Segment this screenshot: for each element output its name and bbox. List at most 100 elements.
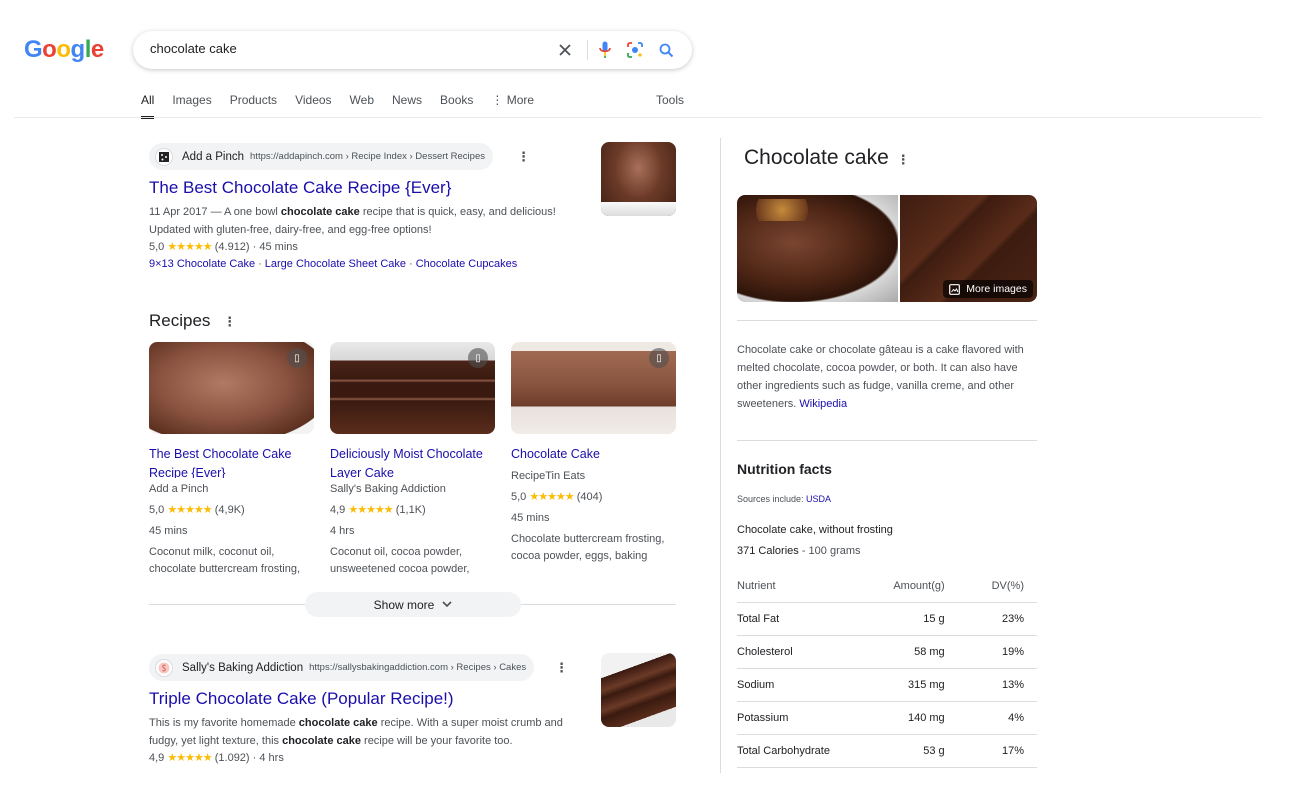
- nutrient-dv: 4%: [944, 701, 1037, 735]
- review-count: (1.092): [214, 752, 250, 764]
- recipe-rating: 5,0 ★★★★★ (404): [511, 490, 676, 503]
- result-title[interactable]: Triple Chocolate Cake (Popular Recipe!): [149, 689, 454, 709]
- table-row: Total Fat 15 g 23%: [737, 602, 1037, 636]
- result-thumbnail[interactable]: [601, 142, 676, 216]
- kp-image[interactable]: More images: [900, 195, 1037, 302]
- recipe-source: Sally's Baking Addiction: [330, 483, 446, 495]
- wikipedia-link[interactable]: Wikipedia: [799, 398, 847, 410]
- bookmark-icon[interactable]: ▯: [649, 348, 669, 368]
- bookmark-icon[interactable]: ▯: [287, 348, 307, 368]
- nutrient-dv: 19%: [944, 635, 1037, 669]
- kebab-icon[interactable]: ⋮: [517, 149, 530, 165]
- recipe-image[interactable]: ▯: [330, 342, 495, 434]
- tab-news[interactable]: News: [392, 93, 422, 119]
- nutrient-name: Total Fat: [737, 602, 863, 636]
- search-input[interactable]: chocolate cake: [150, 41, 237, 56]
- sitelink[interactable]: Large Chocolate Sheet Cake: [265, 258, 406, 270]
- recipe-image[interactable]: ▯: [511, 342, 676, 434]
- more-images-label: More images: [966, 283, 1027, 295]
- search-divider: [587, 40, 588, 60]
- search-icon[interactable]: [655, 31, 677, 69]
- search-box[interactable]: chocolate cake: [133, 31, 692, 69]
- nutrient-name: Total Carbohydrate: [737, 734, 863, 768]
- show-more-label: Show more: [373, 597, 435, 612]
- nutrition-heading: Nutrition facts: [737, 461, 832, 477]
- sitelink-separator: ·: [258, 258, 262, 270]
- tab-more[interactable]: ⋮ More: [491, 93, 534, 119]
- tools-button[interactable]: Tools: [656, 93, 684, 107]
- result-snippet: 11 Apr 2017 — A one bowl chocolate cake …: [149, 203, 589, 239]
- review-count: (4.912): [214, 241, 250, 253]
- result-thumbnail[interactable]: [601, 653, 676, 727]
- recipe-ingredients: Coconut milk, coconut oil, chocolate but…: [149, 546, 301, 575]
- kebab-icon[interactable]: ⋮: [223, 314, 236, 329]
- clear-icon[interactable]: [554, 31, 576, 69]
- rating-value: 4,9: [330, 504, 346, 516]
- nutrient-amount: 140 mg: [862, 701, 945, 735]
- nutrition-sources: Sources include: USDA: [737, 494, 831, 504]
- show-more-button[interactable]: Show more: [305, 592, 521, 617]
- tab-videos[interactable]: Videos: [295, 93, 331, 119]
- more-images-button[interactable]: More images: [943, 280, 1033, 298]
- logo-letter: o: [56, 36, 71, 63]
- tab-images[interactable]: Images: [172, 93, 211, 119]
- rating-value: 5,0: [149, 241, 165, 253]
- tab-all[interactable]: All: [141, 93, 155, 119]
- sitelink-separator: ·: [409, 258, 413, 270]
- snippet-text: This is my favorite homemade: [149, 717, 299, 729]
- logo-letter: o: [42, 36, 57, 63]
- tab-products[interactable]: Products: [230, 93, 277, 119]
- tab-web[interactable]: Web: [350, 93, 374, 119]
- recipe-ingredients: Coconut oil, cocoa powder, unsweetened c…: [330, 546, 470, 575]
- result-source[interactable]: Sally's Baking Addiction https://sallysb…: [149, 654, 535, 681]
- recipe-source: RecipeTin Eats: [511, 470, 586, 482]
- knowledge-panel-title: Chocolate cake ⋮: [744, 146, 910, 170]
- result-source[interactable]: Add a Pinch https://addapinch.com › Reci…: [149, 143, 493, 170]
- serving-size[interactable]: - 100 grams: [799, 545, 861, 557]
- kp-description-text: Chocolate cake or chocolate gâteau is a …: [737, 344, 1024, 410]
- rating-stars: ★★★★★: [167, 752, 212, 764]
- rating-stars: ★★★★★: [529, 491, 574, 503]
- table-row: Total Carbohydrate 53 g 17%: [737, 734, 1037, 768]
- site-name: Add a Pinch: [182, 150, 245, 163]
- usda-link[interactable]: USDA: [806, 494, 831, 504]
- rating-stars: ★★★★★: [167, 241, 212, 253]
- snippet-text: — A one bowl: [207, 206, 281, 218]
- rating-value: 5,0: [511, 491, 527, 503]
- col-header: Nutrient: [737, 570, 863, 603]
- lens-icon[interactable]: [624, 31, 646, 69]
- sitelink[interactable]: Chocolate Cupcakes: [416, 258, 518, 270]
- nutrient-dv: 13%: [944, 668, 1037, 702]
- kebab-icon[interactable]: ⋮: [555, 660, 568, 676]
- result-title[interactable]: The Best Chocolate Cake Recipe {Ever}: [149, 178, 451, 198]
- rating-stars: ★★★★★: [348, 504, 393, 516]
- cake-topping: [747, 199, 817, 221]
- knowledge-panel-divider: [720, 138, 721, 773]
- recipe-image[interactable]: ▯: [149, 342, 314, 434]
- bookmark-icon[interactable]: ▯: [468, 348, 488, 368]
- sitelinks: 9×13 Chocolate Cake · Large Chocolate Shee…: [149, 258, 517, 270]
- recipe-title[interactable]: Deliciously Moist Chocolate Layer Cake: [330, 445, 495, 478]
- google-logo[interactable]: Google: [24, 36, 104, 64]
- table-row: Potassium 140 mg 4%: [737, 701, 1037, 735]
- kp-image[interactable]: [737, 195, 898, 302]
- review-count: (404): [576, 491, 603, 503]
- recipe-title[interactable]: The Best Chocolate Cake Recipe {Ever}: [149, 445, 314, 478]
- image-icon: [949, 283, 961, 295]
- kp-divider: [737, 320, 1037, 321]
- rating-stars: ★★★★★: [167, 504, 212, 516]
- result-rating: 5,0 ★★★★★ (4.912) · 45 mins: [149, 240, 298, 253]
- recipe-source: Add a Pinch: [149, 483, 209, 495]
- kp-title-text: Chocolate cake: [744, 146, 889, 169]
- result-rating: 4,9 ★★★★★ (1.092) · 4 hrs: [149, 751, 284, 764]
- rating-value: 5,0: [149, 504, 165, 516]
- nutrient-name: Cholesterol: [737, 635, 863, 669]
- sitelink[interactable]: 9×13 Chocolate Cake: [149, 258, 255, 270]
- table-row: Sodium 315 mg 13%: [737, 668, 1037, 702]
- cook-time: · 4 hrs: [252, 752, 284, 764]
- microphone-icon[interactable]: [594, 31, 616, 69]
- kebab-icon[interactable]: ⋮: [897, 152, 910, 167]
- tab-books[interactable]: Books: [440, 93, 473, 119]
- nutrition-item-name[interactable]: Chocolate cake, without frosting: [737, 524, 893, 536]
- site-url: https://sallysbakingaddiction.com › Reci…: [309, 662, 527, 673]
